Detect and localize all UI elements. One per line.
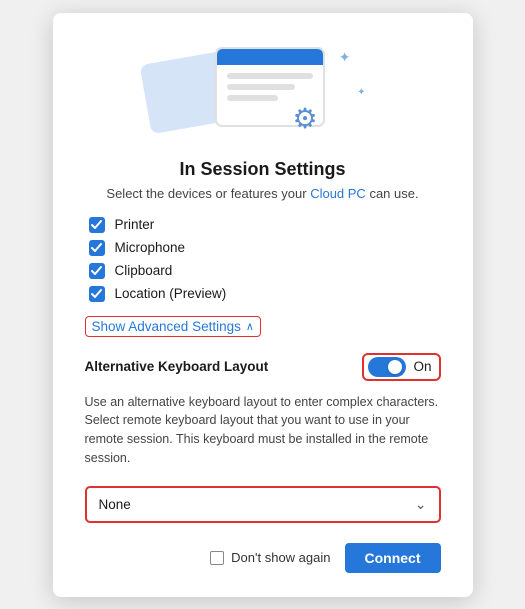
chevron-up-icon: ∧ <box>246 320 254 333</box>
illus-line <box>227 95 279 101</box>
dialog-title: In Session Settings <box>85 159 441 180</box>
toggle-switch[interactable] <box>368 357 406 377</box>
keyboard-layout-label: Alternative Keyboard Layout <box>85 359 269 374</box>
chevron-down-icon: ⌄ <box>415 496 427 513</box>
device-checkbox-list: Printer Microphone Clipboard Location (P… <box>85 217 441 302</box>
illus-window-bar <box>217 49 323 65</box>
dropdown-inner[interactable]: None ⌄ <box>87 488 439 521</box>
keyboard-layout-row: Alternative Keyboard Layout On <box>85 353 441 381</box>
checkbox-label-printer: Printer <box>115 217 155 232</box>
show-advanced-label: Show Advanced Settings <box>92 319 241 334</box>
toggle-label: On <box>413 359 431 374</box>
checkbox-label-location: Location (Preview) <box>115 286 227 301</box>
checkbox-printer[interactable] <box>89 217 105 233</box>
checkbox-item-clipboard[interactable]: Clipboard <box>89 263 441 279</box>
checkbox-item-printer[interactable]: Printer <box>89 217 441 233</box>
dont-show-label: Don't show again <box>231 550 330 565</box>
sparkle-icon: ✦ <box>357 87 365 98</box>
dialog-footer: Don't show again Connect <box>85 543 441 573</box>
sparkle-icon: ✦ <box>339 49 351 66</box>
dialog-illustration: ⚙ ✦ ✦ <box>85 37 441 147</box>
dialog-subtitle: Select the devices or features your Clou… <box>85 186 441 201</box>
advanced-section: Alternative Keyboard Layout On Use an al… <box>85 353 441 523</box>
illus-line <box>227 84 296 90</box>
subtitle-pre: Select the devices or features your <box>106 186 310 201</box>
checkbox-label-microphone: Microphone <box>115 240 186 255</box>
show-advanced-settings-button[interactable]: Show Advanced Settings ∧ <box>85 316 261 337</box>
keyboard-layout-description: Use an alternative keyboard layout to en… <box>85 393 441 468</box>
in-session-settings-dialog: ⚙ ✦ ✦ In Session Settings Select the dev… <box>53 13 473 597</box>
checkbox-item-location[interactable]: Location (Preview) <box>89 286 441 302</box>
illus-window-lines <box>217 65 323 101</box>
cloud-pc-link[interactable]: Cloud PC <box>310 186 366 201</box>
dropdown-value: None <box>99 497 131 512</box>
checkbox-item-microphone[interactable]: Microphone <box>89 240 441 256</box>
dont-show-checkbox[interactable] <box>210 551 224 565</box>
connect-button[interactable]: Connect <box>345 543 441 573</box>
checkbox-clipboard[interactable] <box>89 263 105 279</box>
checkbox-label-clipboard: Clipboard <box>115 263 173 278</box>
illus-line <box>227 73 313 79</box>
checkbox-location[interactable] <box>89 286 105 302</box>
toggle-track <box>368 357 406 377</box>
checkbox-microphone[interactable] <box>89 240 105 256</box>
subtitle-post: can use. <box>366 186 419 201</box>
keyboard-layout-dropdown-container[interactable]: None ⌄ <box>85 486 441 523</box>
toggle-thumb <box>388 360 402 374</box>
gear-icon: ⚙ <box>293 102 318 135</box>
dont-show-again-option[interactable]: Don't show again <box>210 550 330 565</box>
toggle-area[interactable]: On <box>362 353 440 381</box>
